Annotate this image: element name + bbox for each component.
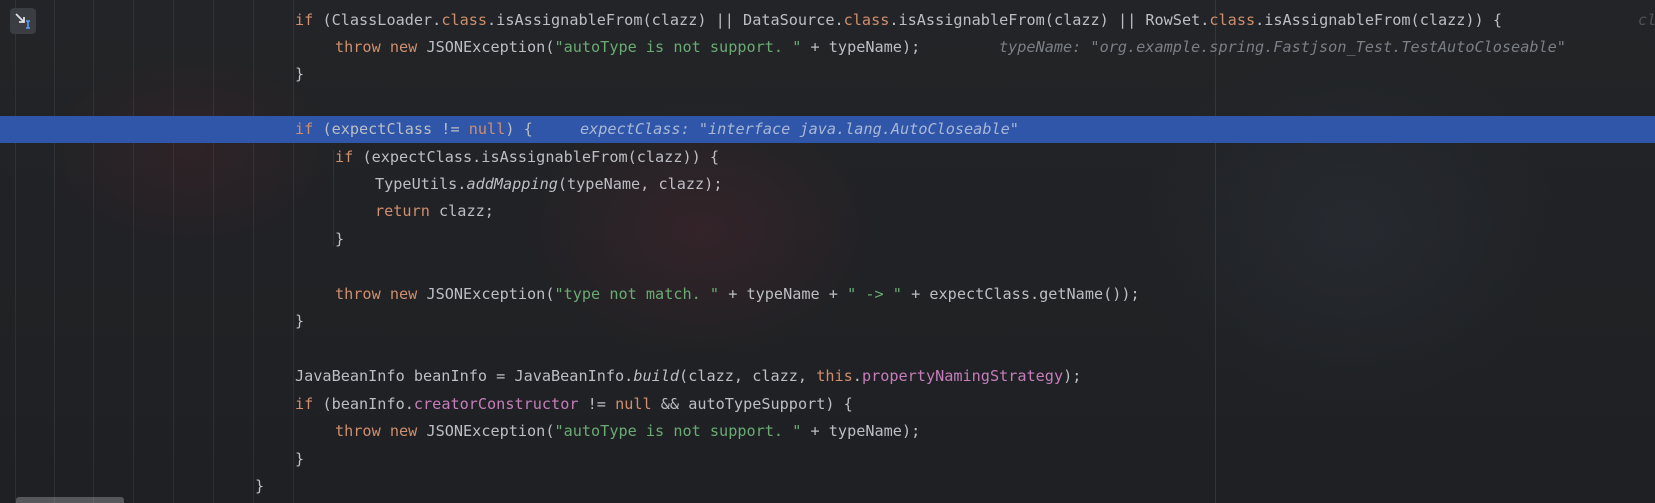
keyword: throw bbox=[335, 38, 381, 56]
inline-value-hint: typeName: "org.example.spring.Fastjson_T… bbox=[999, 38, 1566, 56]
keyword: this bbox=[816, 367, 853, 385]
code-text: && autoTypeSupport) { bbox=[651, 395, 853, 413]
code-line[interactable]: } bbox=[0, 61, 1655, 88]
keyword: throw bbox=[335, 422, 381, 440]
code-line[interactable]: throw new JSONException("autoType is not… bbox=[0, 418, 1655, 445]
keyword: if bbox=[335, 148, 354, 166]
code-text: TypeUtils. bbox=[375, 175, 467, 193]
keyword: return bbox=[375, 202, 430, 220]
code-line[interactable]: } bbox=[0, 226, 1655, 253]
code-text: (clazz, clazz, bbox=[679, 367, 817, 385]
keyword: null bbox=[468, 120, 506, 138]
code-text: (ClassLoader. bbox=[313, 11, 442, 29]
code-text: JavaBeanInfo beanInfo = JavaBeanInfo. bbox=[295, 367, 634, 385]
keyword: if bbox=[295, 395, 314, 413]
code-text: } bbox=[295, 65, 305, 83]
code-text: != bbox=[578, 395, 616, 413]
code-text: JSONException( bbox=[417, 38, 555, 56]
code-line[interactable]: if (expectClass.isAssignableFrom(clazz))… bbox=[0, 144, 1655, 171]
code-line[interactable]: } bbox=[0, 446, 1655, 473]
keyword: new bbox=[389, 285, 418, 303]
static-method: build bbox=[633, 367, 680, 385]
string-literal: "type not match. " bbox=[554, 285, 720, 303]
inline-value-hint: expectClass: "interface java.lang.AutoCl… bbox=[580, 120, 1019, 138]
code-line[interactable]: } bbox=[0, 473, 1655, 500]
field-reference: propertyNamingStrategy bbox=[861, 367, 1064, 385]
string-literal: "autoType is not support. " bbox=[554, 38, 802, 56]
keyword: null bbox=[615, 395, 652, 413]
code-text: .isAssignableFrom(clazz) || DataSource. bbox=[487, 11, 844, 29]
keyword: throw bbox=[335, 285, 381, 303]
current-execution-line[interactable]: if (expectClass != null) { expectClass: … bbox=[0, 116, 1655, 143]
code-line[interactable]: TypeUtils.addMapping(typeName, clazz); bbox=[0, 171, 1655, 198]
keyword: if bbox=[295, 120, 314, 138]
code-text: + typeName + bbox=[719, 285, 848, 303]
code-line[interactable]: JavaBeanInfo beanInfo = JavaBeanInfo.bui… bbox=[0, 363, 1655, 390]
keyword: new bbox=[389, 422, 418, 440]
inline-value-hint: cl bbox=[1638, 11, 1655, 29]
code-text: . bbox=[852, 367, 862, 385]
code-editor[interactable]: if (ClassLoader.class.isAssignableFrom(c… bbox=[0, 0, 1655, 503]
horizontal-scrollbar-thumb[interactable] bbox=[16, 497, 124, 503]
code-text: ); bbox=[1063, 367, 1082, 385]
code-text: (typeName, clazz); bbox=[557, 175, 723, 193]
code-line[interactable]: if (ClassLoader.class.isAssignableFrom(c… bbox=[0, 7, 1655, 34]
code-text: (beanInfo. bbox=[313, 395, 414, 413]
keyword: class bbox=[441, 11, 488, 29]
code-line[interactable]: return clazz; bbox=[0, 198, 1655, 225]
keyword: class bbox=[843, 11, 890, 29]
keyword: class bbox=[1209, 11, 1256, 29]
code-text: } bbox=[335, 230, 345, 248]
code-text: + typeName); bbox=[801, 422, 921, 440]
string-literal: " -> " bbox=[847, 285, 902, 303]
string-literal: "autoType is not support. " bbox=[554, 422, 802, 440]
code-text: } bbox=[295, 450, 305, 468]
code-text: .isAssignableFrom(clazz)) { bbox=[1255, 11, 1502, 29]
code-text: + typeName); bbox=[801, 38, 921, 56]
code-text: (expectClass != bbox=[313, 120, 469, 138]
code-line[interactable]: } bbox=[0, 308, 1655, 335]
keyword: if bbox=[295, 11, 314, 29]
keyword: new bbox=[389, 38, 418, 56]
code-text: ) { bbox=[505, 120, 533, 138]
code-text: .isAssignableFrom(clazz) || RowSet. bbox=[889, 11, 1210, 29]
code-line[interactable]: throw new JSONException("type not match.… bbox=[0, 281, 1655, 308]
code-text: JSONException( bbox=[417, 422, 555, 440]
code-text: } bbox=[295, 312, 305, 330]
code-text: + expectClass.getName()); bbox=[901, 285, 1140, 303]
code-line[interactable]: if (beanInfo.creatorConstructor != null … bbox=[0, 391, 1655, 418]
code-text: (expectClass.isAssignableFrom(clazz)) { bbox=[353, 148, 720, 166]
code-text: JSONException( bbox=[417, 285, 555, 303]
static-method: addMapping bbox=[466, 175, 558, 193]
code-text: clazz; bbox=[429, 202, 494, 220]
field-reference: creatorConstructor bbox=[413, 395, 579, 413]
code-line[interactable]: throw new JSONException("autoType is not… bbox=[0, 34, 1655, 61]
code-text: } bbox=[255, 477, 265, 495]
